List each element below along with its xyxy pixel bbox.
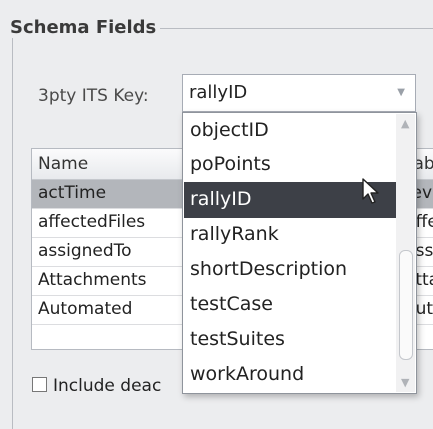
dropdown-option[interactable]: rallyRank — [184, 217, 396, 253]
scroll-down-icon[interactable]: ▼ — [401, 376, 409, 389]
row-name: Attachments — [38, 270, 147, 290]
its-key-dropdown-list[interactable]: objectID poPoints rallyID rallyRank shor… — [182, 112, 417, 394]
row-name: actTime — [38, 183, 107, 203]
its-key-combobox[interactable]: rallyID ▼ — [182, 74, 416, 112]
row-name: Automated — [38, 299, 133, 319]
include-deactivated-checkbox[interactable] — [32, 377, 47, 392]
include-deactivated-option[interactable]: Include deac — [32, 376, 161, 396]
dropdown-scrollbar[interactable]: ▲ ▼ — [396, 114, 415, 392]
dropdown-option[interactable]: objectID — [184, 113, 396, 149]
scrollbar-thumb[interactable] — [399, 250, 413, 360]
dropdown-option[interactable]: testSuites — [184, 322, 396, 358]
its-key-value: rallyID — [189, 82, 248, 103]
row-name: assignedTo — [38, 241, 132, 261]
column-header-name[interactable]: Name — [38, 154, 88, 174]
group-title: Schema Fields — [6, 17, 161, 38]
dropdown-option[interactable]: shortDescription — [184, 252, 396, 288]
include-deactivated-label: Include deac — [53, 376, 162, 396]
its-key-label: 3pty ITS Key: — [38, 86, 149, 106]
row-name: affectedFiles — [38, 212, 146, 232]
mouse-cursor-icon — [362, 178, 379, 204]
dropdown-option[interactable]: testCase — [184, 287, 396, 323]
scroll-up-icon[interactable]: ▲ — [401, 117, 409, 130]
chevron-down-icon[interactable]: ▼ — [397, 87, 405, 98]
dropdown-option[interactable]: workAround — [184, 357, 396, 393]
